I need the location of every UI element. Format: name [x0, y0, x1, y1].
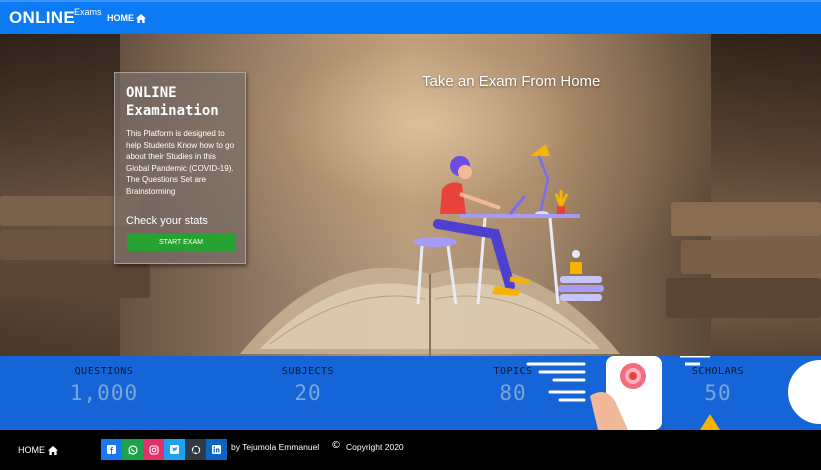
footer: HOME by Tejumola Emmanuel © Copyright 20…: [0, 430, 821, 470]
bookshelf-left: [0, 34, 120, 356]
stat-value: 50: [704, 381, 732, 405]
hero-tagline: Take an Exam From Home: [422, 73, 601, 90]
book-stack-right: [666, 278, 821, 318]
hero-banner: Take an Exam From Home ONLINE Examinatio…: [0, 34, 821, 356]
stat-questions: QUESTIONS 1,000: [54, 366, 154, 405]
stat-scholars: SCHOLARS 50: [668, 366, 768, 405]
stat-label: TOPICS: [493, 366, 533, 377]
twitter-link[interactable]: [164, 439, 185, 460]
stat-subjects: SUBJECTS 20: [258, 366, 358, 405]
info-card: ONLINE Examination This Platform is desi…: [114, 72, 246, 264]
check-stats-label[interactable]: Check your stats: [126, 215, 208, 227]
facebook-link[interactable]: [101, 439, 122, 460]
github-link[interactable]: [185, 439, 206, 460]
linkedin-link[interactable]: [206, 439, 227, 460]
home-icon: [48, 445, 58, 455]
brand-subtitle: Exams: [74, 7, 102, 17]
instagram-icon: [148, 444, 159, 455]
home-icon: [136, 13, 146, 23]
github-icon: [191, 445, 200, 454]
book-stack-right: [681, 240, 821, 274]
nav-home-label: HOME: [107, 13, 134, 23]
facebook-icon: [107, 445, 116, 454]
copyright-text: Copyright 2020: [346, 442, 404, 452]
card-description: This Platform is designed to help Studen…: [126, 129, 235, 196]
twitter-icon: [170, 445, 179, 454]
student-at-desk-illustration: [413, 144, 604, 305]
whatsapp-icon: [127, 444, 138, 455]
stat-topics: TOPICS 80: [463, 366, 563, 405]
book-stack-right: [671, 202, 821, 236]
stat-value: 20: [294, 381, 322, 405]
author-credit: by Tejumola Emmanuel: [231, 442, 320, 452]
footer-home-label: HOME: [18, 445, 45, 455]
stats-bar: QUESTIONS 1,000 SUBJECTS 20 TOPICS 80 SC…: [0, 356, 821, 430]
nav-home-link[interactable]: HOME: [107, 13, 146, 23]
linkedin-icon: [212, 445, 221, 454]
book-stack-left: [0, 264, 150, 298]
card-title: ONLINE Examination: [126, 85, 219, 119]
instagram-link[interactable]: [143, 439, 164, 460]
whatsapp-link[interactable]: [122, 439, 143, 460]
stat-value: 80: [499, 381, 527, 405]
stat-label: QUESTIONS: [74, 366, 134, 377]
copyright-icon: ©: [331, 440, 341, 451]
stat-value: 1,000: [69, 381, 139, 405]
brand-title[interactable]: ONLINE: [9, 8, 75, 28]
stat-label: SCHOLARS: [691, 366, 745, 377]
stat-label: SUBJECTS: [281, 366, 335, 377]
footer-home-link[interactable]: HOME: [18, 445, 58, 455]
social-links: [101, 439, 227, 460]
start-exam-button[interactable]: START EXAM: [127, 234, 235, 251]
navbar: ONLINE Exams HOME: [0, 0, 821, 34]
